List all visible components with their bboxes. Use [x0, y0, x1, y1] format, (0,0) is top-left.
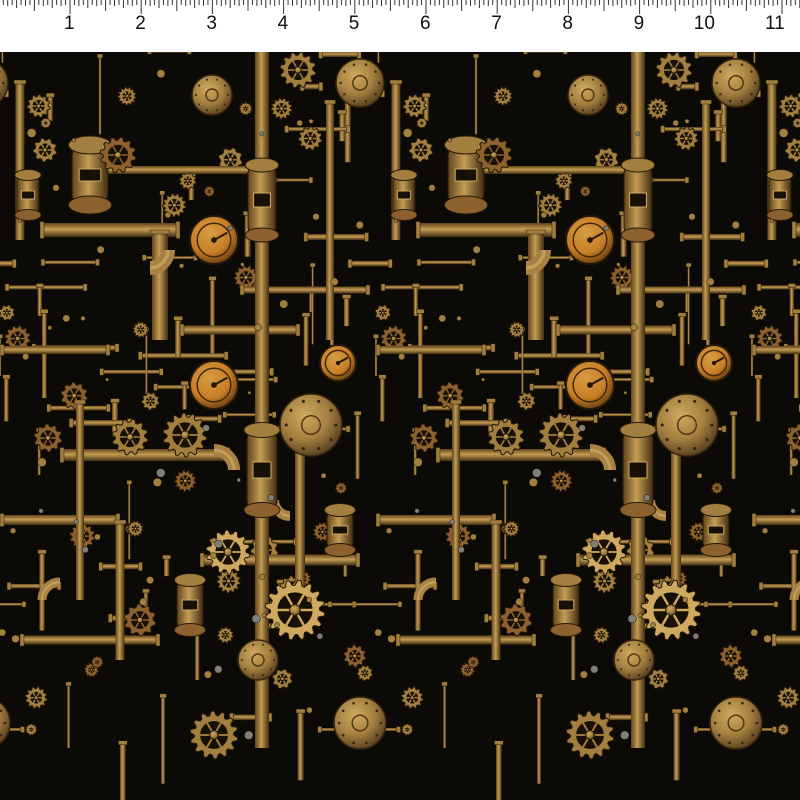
ruler-number: 7: [491, 13, 502, 34]
ruler-number: 9: [633, 13, 645, 34]
ruler-number: 4: [277, 13, 289, 34]
ruler-number: 1: [64, 13, 75, 34]
ruler-number: 10: [693, 13, 715, 34]
ruler-number: 2: [135, 13, 146, 34]
ruler-ticks: [2, 0, 800, 14]
measurement-ruler: 1 2 3 4 5 6 7 8 9 10 11: [0, 0, 800, 52]
ruler-number: 8: [562, 13, 573, 34]
ruler-number: 3: [206, 13, 217, 34]
ruler-number: 6: [420, 13, 431, 34]
steampunk-gears-pattern: [0, 52, 800, 800]
ruler-number: 11: [765, 13, 785, 34]
ruler-number: 5: [348, 13, 360, 34]
fabric-pattern: [0, 52, 800, 800]
shade-overlay: [0, 52, 800, 800]
